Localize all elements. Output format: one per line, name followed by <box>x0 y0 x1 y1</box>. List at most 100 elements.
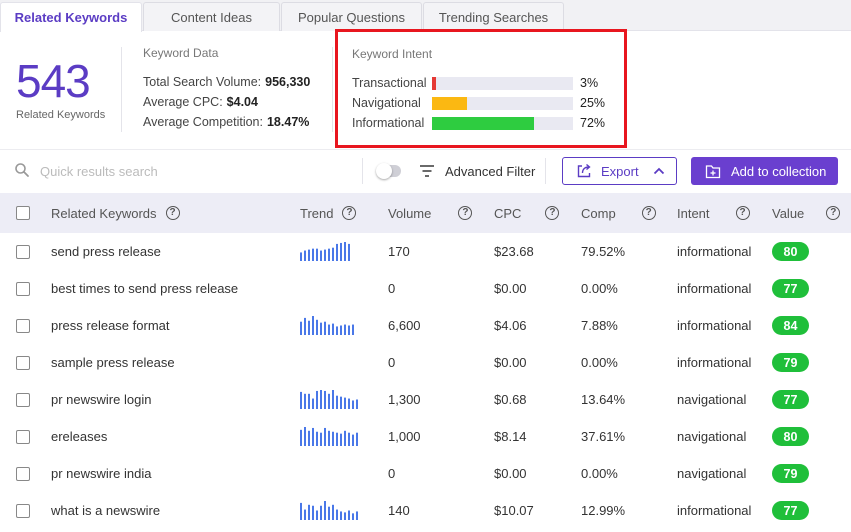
chevron-up-icon <box>653 167 664 175</box>
cpc-cell: $8.14 <box>494 429 527 444</box>
row-checkbox[interactable] <box>16 319 30 333</box>
export-label: Export <box>601 163 639 179</box>
column-header-cpc[interactable]: CPC? <box>494 193 560 233</box>
trend-bar <box>304 509 306 520</box>
intent-pct-informational: 72% <box>580 116 606 130</box>
trend-sparkline <box>300 278 362 298</box>
row-checkbox[interactable] <box>16 245 30 259</box>
header-label: CPC <box>494 205 522 221</box>
intent-cell: informational <box>677 281 752 296</box>
trend-bar <box>336 432 338 446</box>
trend-bar <box>308 393 310 409</box>
folder-plus-icon <box>705 164 721 178</box>
trend-bar <box>328 324 330 335</box>
keyword-cell[interactable]: pr newswire india <box>51 455 151 492</box>
toggle-knob <box>376 163 392 179</box>
keyword-cell[interactable]: sample press release <box>51 344 175 381</box>
comp-cell: 0.00% <box>581 355 618 370</box>
trend-bar <box>316 319 318 335</box>
divider <box>0 149 851 150</box>
divider <box>362 158 363 184</box>
intent-bar-informational <box>432 117 573 130</box>
keyword-cell[interactable]: press release format <box>51 307 170 344</box>
trend-bar <box>348 325 350 335</box>
trend-sparkline <box>300 352 362 372</box>
header-label: Volume <box>388 205 432 221</box>
help-icon[interactable]: ? <box>458 206 473 220</box>
column-header-value[interactable]: Value? <box>772 193 841 233</box>
tab-related-keywords[interactable]: Related Keywords <box>0 2 142 32</box>
keyword-cell[interactable]: send press release <box>51 233 161 270</box>
trend-bar <box>356 432 358 446</box>
column-header-keyword[interactable]: Related Keywords? <box>51 193 180 233</box>
trend-bar <box>328 506 330 520</box>
row-checkbox[interactable] <box>16 504 30 518</box>
trend-bar <box>304 317 306 335</box>
filter-toggle[interactable] <box>376 163 401 179</box>
trend-bar <box>300 252 302 261</box>
row-checkbox[interactable] <box>16 430 30 444</box>
comp-cell: 0.00% <box>581 281 618 296</box>
column-header-trend[interactable]: Trend? <box>300 193 357 233</box>
row-checkbox[interactable] <box>16 467 30 481</box>
tab-trending-searches[interactable]: Trending Searches <box>423 2 564 31</box>
value-badge: 79 <box>772 353 809 372</box>
trend-bar <box>324 501 326 520</box>
trend-bar <box>312 505 314 520</box>
quick-search-input[interactable] <box>40 160 350 182</box>
select-all-checkbox[interactable] <box>16 206 30 220</box>
table-row[interactable]: send press release 170 $23.68 79.52% inf… <box>0 233 851 270</box>
volume-cell: 0 <box>388 355 396 370</box>
trend-bar <box>344 512 346 520</box>
row-checkbox[interactable] <box>16 393 30 407</box>
table-row[interactable]: what is a newswire 140 $10.07 12.99% inf… <box>0 492 851 529</box>
table-row[interactable]: pr newswire login 1,300 $0.68 13.64% nav… <box>0 381 851 418</box>
column-header-comp[interactable]: Comp? <box>581 193 656 233</box>
trend-bar <box>316 431 318 446</box>
intent-label-transactional: Transactional <box>352 76 427 90</box>
comp-cell: 13.64% <box>581 392 626 407</box>
trend-bar <box>356 399 358 409</box>
row-checkbox[interactable] <box>16 356 30 370</box>
trend-bar <box>324 321 326 335</box>
advanced-filter-button[interactable]: Advanced Filter <box>419 160 535 182</box>
column-header-volume[interactable]: Volume? <box>388 193 473 233</box>
help-icon[interactable]: ? <box>165 206 180 220</box>
column-header-intent[interactable]: Intent? <box>677 193 750 233</box>
export-button[interactable]: Export <box>562 157 677 185</box>
keyword-cell[interactable]: pr newswire login <box>51 381 151 418</box>
intent-cell: informational <box>677 244 752 259</box>
trend-bar <box>340 242 342 261</box>
trend-bar <box>348 510 350 520</box>
header-label: Comp <box>581 205 616 221</box>
trend-bar <box>340 433 342 446</box>
table-row[interactable]: press release format 6,600 $4.06 7.88% i… <box>0 307 851 344</box>
table-row[interactable]: pr newswire india 0 $0.00 0.00% navigati… <box>0 455 851 492</box>
volume-cell: 1,000 <box>388 429 421 444</box>
row-checkbox[interactable] <box>16 282 30 296</box>
trend-bar <box>344 397 346 409</box>
volume-cell: 0 <box>388 466 396 481</box>
trend-sparkline <box>300 390 358 409</box>
header-label: Intent <box>677 205 710 221</box>
header-label: Related Keywords <box>51 205 157 221</box>
keyword-cell[interactable]: best times to send press release <box>51 270 238 307</box>
value-badge: 77 <box>772 390 809 409</box>
help-icon[interactable]: ? <box>826 206 841 220</box>
intent-bar-fill <box>432 77 437 90</box>
table-row[interactable]: best times to send press release 0 $0.00… <box>0 270 851 307</box>
tab-popular-questions[interactable]: Popular Questions <box>281 2 422 31</box>
keyword-cell[interactable]: ereleases <box>51 418 107 455</box>
intent-cell: navigational <box>677 392 747 407</box>
add-to-collection-button[interactable]: Add to collection <box>691 157 838 185</box>
help-icon[interactable]: ? <box>735 206 750 220</box>
help-icon[interactable]: ? <box>545 206 560 220</box>
volume-cell: 6,600 <box>388 318 421 333</box>
help-icon[interactable]: ? <box>342 206 357 220</box>
help-icon[interactable]: ? <box>641 206 656 220</box>
tab-content-ideas[interactable]: Content Ideas <box>143 2 280 31</box>
table-row[interactable]: sample press release 0 $0.00 0.00% infor… <box>0 344 851 381</box>
intent-label-informational: Informational <box>352 116 425 130</box>
table-row[interactable]: ereleases 1,000 $8.14 37.61% navigationa… <box>0 418 851 455</box>
keyword-cell[interactable]: what is a newswire <box>51 492 160 529</box>
